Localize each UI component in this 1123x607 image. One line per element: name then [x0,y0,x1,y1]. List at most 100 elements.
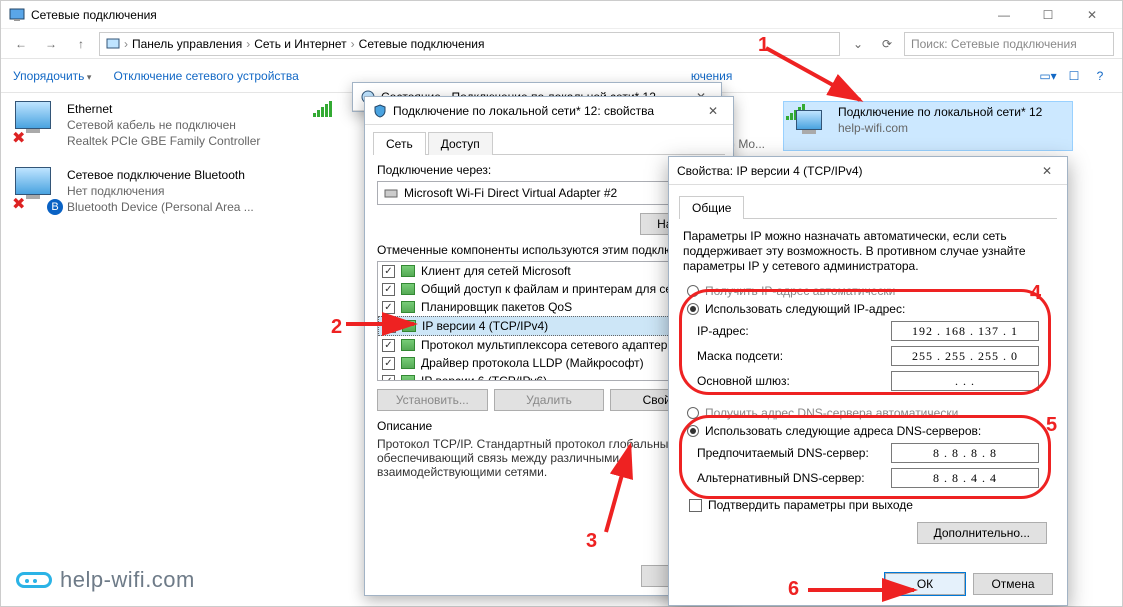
shield-icon [373,104,387,118]
disable-device-button[interactable]: Отключение сетевого устройства [113,69,298,83]
crumb-network-internet[interactable]: Сеть и Интернет [254,37,346,51]
monitor-icon [796,110,822,130]
component-icon [401,283,415,295]
radio-icon [687,407,699,419]
component-icon [401,375,415,381]
radio-ip-auto[interactable]: Получить IP-адрес автоматически [687,284,1049,298]
component-icon [401,357,415,369]
adapter-status: help-wifi.com [838,120,1042,136]
ipv4-dialog: Свойства: IP версии 4 (TCP/IPv4) ✕ Общие… [668,156,1068,606]
minimize-button[interactable]: — [982,1,1026,29]
radio-label: Получить адрес DNS-сервера автоматически [705,406,958,420]
adapter-name: Подключение по локальной сети* 12 [838,104,1042,120]
crumb-network-connections[interactable]: Сетевые подключения [359,37,485,51]
bluetooth-icon: B [47,199,63,215]
up-button[interactable]: ↑ [69,32,93,56]
subnet-mask-input[interactable]: 255 . 255 . 255 . 0 [891,346,1039,366]
checkbox-icon[interactable] [382,283,395,296]
close-icon[interactable]: ✕ [1035,164,1059,178]
checkbox-icon[interactable] [382,357,395,370]
logo-icon [16,572,52,588]
radio-icon [687,425,699,437]
dns1-row: Предпочитаемый DNS-сервер:8 . 8 . 8 . 8 [697,443,1039,463]
app-icon [9,7,25,23]
adapter-icon [384,186,398,200]
remove-button: Удалить [494,389,605,411]
adapter-ethernet[interactable]: ✖ Ethernet Сетевой кабель не подключен R… [15,101,285,149]
crumb-control-panel[interactable]: Панель управления [132,37,242,51]
address-bar: ← → ↑ › Панель управления › Сеть и Интер… [1,29,1122,59]
help-button[interactable]: ? [1090,66,1110,86]
ip-label: IP-адрес: [697,324,891,338]
disconnected-icon: ✖ [12,194,25,214]
dropdown-button[interactable]: ⌄ [846,32,870,56]
watermark-text: help-wifi.com [60,567,195,593]
preview-pane-button[interactable]: ☐ [1064,66,1084,86]
tab-general[interactable]: Общие [679,196,744,219]
adapter-local12[interactable]: Подключение по локальной сети* 12 help-w… [783,101,1073,151]
search-placeholder: Поиск: Сетевые подключения [911,37,1077,51]
wifi-icon [313,101,332,117]
validate-row[interactable]: Подтвердить параметры при выходе [689,498,1047,512]
component-label: Протокол мультиплексора сетевого адаптер… [421,338,674,352]
gateway-row: Основной шлюз:. . . [697,371,1039,391]
ipv4-title: Свойства: IP версии 4 (TCP/IPv4) [677,164,863,178]
forward-button[interactable]: → [39,32,63,56]
gateway-label: Основной шлюз: [697,374,891,388]
breadcrumb[interactable]: › Панель управления › Сеть и Интернет › … [99,32,840,56]
ip-address-input[interactable]: 192 . 168 . 137 . 1 [891,321,1039,341]
tab-access[interactable]: Доступ [428,132,493,155]
adapter-device: Realtek PCIe GBE Family Controller [67,133,260,149]
component-icon [401,339,415,351]
radio-ip-manual[interactable]: Использовать следующий IP-адрес: [687,302,1049,316]
component-label: Планировщик пакетов QoS [421,300,572,314]
cancel-button[interactable]: Отмена [973,573,1053,595]
checkbox-icon[interactable] [382,339,395,352]
ip-address-row: IP-адрес:192 . 168 . 137 . 1 [697,321,1039,341]
advanced-button[interactable]: Дополнительно... [917,522,1047,544]
adapter-status: Сетевой кабель не подключен [67,117,260,133]
component-icon [401,301,415,313]
maximize-button[interactable]: ☐ [1026,1,1070,29]
mask-label: Маска подсети: [697,349,891,363]
checkbox-icon[interactable] [382,375,395,382]
component-icon [402,320,416,332]
component-label: IP версии 4 (TCP/IPv4) [422,319,548,333]
search-input[interactable]: Поиск: Сетевые подключения [904,32,1114,56]
radio-dns-auto: Получить адрес DNS-сервера автоматически [687,406,1049,420]
ethernet-icon [15,101,51,129]
view-options-button[interactable]: ▭▾ [1038,66,1058,86]
adapter-name: Сетевое подключение Bluetooth [67,167,254,183]
ok-button[interactable]: ОК [885,573,965,595]
checkbox-icon[interactable] [382,301,395,314]
radio-icon [687,285,699,297]
adapter-name-text: Microsoft Wi-Fi Direct Virtual Adapter #… [404,186,617,200]
validate-label: Подтвердить параметры при выходе [708,498,913,512]
dns2-row: Альтернативный DNS-сервер:8 . 8 . 4 . 4 [697,468,1039,488]
dns1-label: Предпочитаемый DNS-сервер: [697,446,891,460]
gateway-input[interactable]: . . . [891,371,1039,391]
radio-icon [687,303,699,315]
radio-dns-manual[interactable]: Использовать следующие адреса DNS-сервер… [687,424,1049,438]
component-label: Клиент для сетей Microsoft [421,264,571,278]
subnet-mask-row: Маска подсети:255 . 255 . 255 . 0 [697,346,1039,366]
back-button[interactable]: ← [9,32,33,56]
dns1-input[interactable]: 8 . 8 . 8 . 8 [891,443,1039,463]
radio-label: Использовать следующий IP-адрес: [705,302,905,316]
control-panel-icon [106,37,120,51]
dns2-input[interactable]: 8 . 8 . 4 . 4 [891,468,1039,488]
organize-menu[interactable]: Упорядочить [13,69,91,83]
install-button[interactable]: Установить... [377,389,488,411]
adapter-bluetooth[interactable]: ✖ B Сетевое подключение Bluetooth Нет по… [15,167,285,215]
disconnected-icon: ✖ [12,128,25,148]
close-button[interactable]: ✕ [1070,1,1114,29]
checkbox-icon[interactable] [689,499,702,512]
connections-menu[interactable]: ючения [691,69,733,83]
radio-label: Получить IP-адрес автоматически [705,284,895,298]
refresh-button[interactable]: ⟳ [876,33,898,55]
close-icon[interactable]: ✕ [701,104,725,118]
tab-network[interactable]: Сеть [373,132,426,155]
checkbox-icon[interactable] [383,320,396,333]
adapter-status: Нет подключения [67,183,254,199]
checkbox-icon[interactable] [382,265,395,278]
